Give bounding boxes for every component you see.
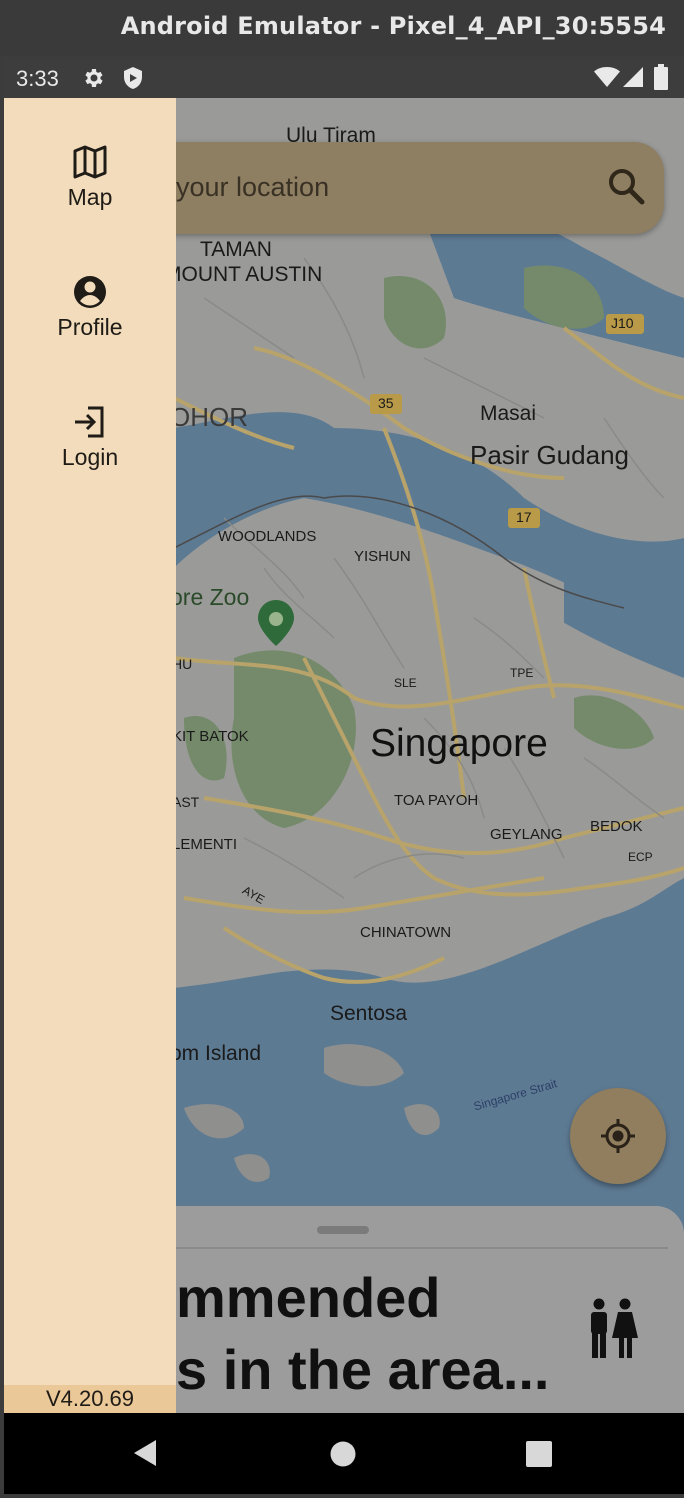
map-label-bedok: BEDOK [590,818,643,835]
status-bar: 3:33 [4,58,684,98]
app-version: V4.20.69 [4,1385,176,1413]
navigation-rail: Map Profile Login V4.20.69 [4,98,176,1413]
map-label-zoo: ore Zoo [170,584,250,610]
recents-icon[interactable] [526,1441,552,1472]
settings-icon [82,66,106,95]
map-label-yishun: YISHUN [354,548,411,565]
restroom-icon [586,1298,640,1365]
road-label-17: 17 [516,509,532,525]
map-label-mount-austin: MOUNT AUSTIN [164,263,323,286]
account-circle-icon [74,276,106,308]
location-search-bar[interactable]: your location [124,142,664,234]
app-content: Ulu Tiram TAMAN MOUNT AUSTIN OHOR Masai … [4,98,684,1413]
map-label-toa-payoh: TOA PAYOH [394,792,479,809]
emulator-window: Android Emulator - Pixel_4_API_30:5554 3… [0,0,684,1498]
map-label-ecp: ECP [628,850,653,864]
my-location-icon [601,1119,635,1153]
nav-item-map-label: Map [67,184,113,210]
map-label-sentosa: Sentosa [330,1002,408,1025]
nav-item-login-label: Login [61,444,119,470]
road-label-35: 35 [378,395,394,411]
shield-icon [122,66,144,95]
road-label-j10: J10 [611,315,634,331]
login-icon [75,406,104,438]
map-label-bukit-batok: KIT BATOK [172,728,249,745]
system-nav-bar [4,1413,684,1494]
map-label-johor: OHOR [170,402,248,432]
nav-item-map[interactable]: Map [4,144,176,211]
map-label-taman: TAMAN [200,238,272,261]
signal-icon [622,66,644,93]
nav-item-login[interactable]: Login [4,404,176,471]
map-label-sle: SLE [394,676,417,690]
map-label-pasir-gudang: Pasir Gudang [470,440,629,470]
wifi-icon [594,66,620,93]
window-title: Android Emulator - Pixel_4_API_30:5554 [120,12,666,40]
map-icon [73,145,107,179]
battery-icon [654,64,668,95]
map-label-chinatown: CHINATOWN [360,924,452,941]
map-label-woodlands: WOODLANDS [218,528,317,545]
window-titlebar: Android Emulator - Pixel_4_API_30:5554 [0,0,684,56]
search-placeholder[interactable]: your location [176,172,329,203]
map-label-singapore: Singapore [370,722,548,765]
device-screen: 3:33 Ulu Tiram TAMAN MOUNT AUSTIN OHOR M… [4,58,684,1494]
nav-item-profile-label: Profile [57,314,123,340]
map-label-geylang: GEYLANG [490,826,563,843]
nav-item-profile[interactable]: Profile [4,274,176,341]
map-label-masai: Masai [480,402,537,425]
back-icon[interactable] [132,1439,158,1472]
map-label-ast: AST [172,794,200,810]
sheet-drag-handle[interactable] [317,1226,369,1234]
status-time: 3:33 [16,66,59,91]
search-icon[interactable] [606,166,646,211]
my-location-button[interactable] [570,1088,666,1184]
home-icon[interactable] [330,1441,356,1472]
map-label-clementi: LEMENTI [172,836,238,853]
map-label-tpe: TPE [510,666,534,680]
map-label-island: om Island [170,1042,262,1065]
